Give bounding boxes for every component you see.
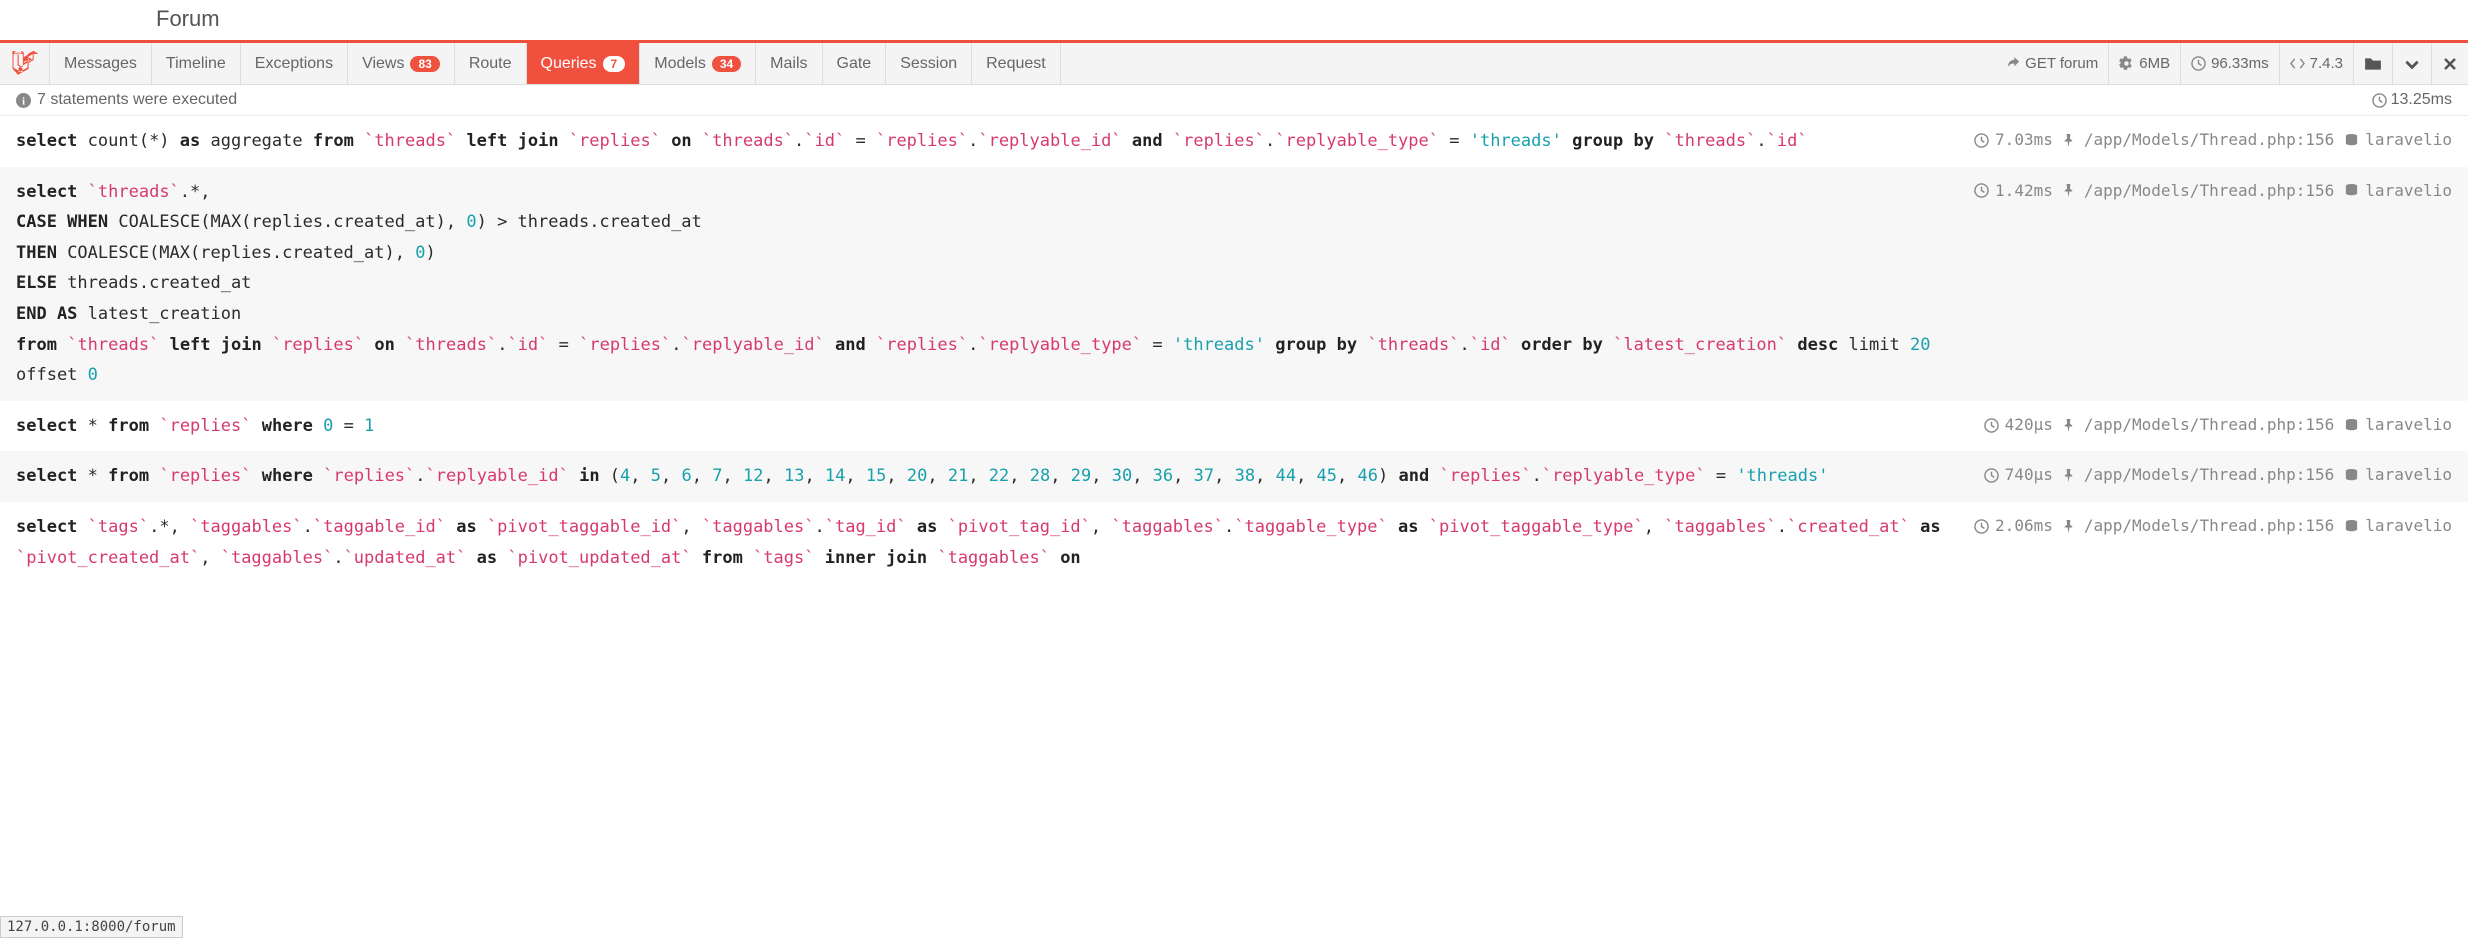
pin-icon[interactable]	[2061, 133, 2076, 148]
pin-icon[interactable]	[2061, 183, 2076, 198]
folder-icon	[2364, 55, 2382, 73]
query-list: select count(*) as aggregate from `threa…	[0, 116, 2468, 583]
query-file: /app/Models/Thread.php:156	[2084, 512, 2334, 541]
query-connection: laravelio	[2365, 177, 2452, 206]
total-time: 13.25ms	[2391, 91, 2452, 109]
tab-exceptions[interactable]: Exceptions	[241, 43, 348, 84]
pin-icon[interactable]	[2061, 418, 2076, 433]
svg-text:i: i	[22, 96, 25, 107]
pin-icon[interactable]	[2061, 519, 2076, 534]
summary-text: 7 statements were executed	[37, 91, 237, 109]
laravel-logo	[0, 43, 50, 84]
status-url: 127.0.0.1:8000/forum	[0, 916, 183, 938]
collapse-button[interactable]	[2392, 43, 2431, 84]
pin-icon[interactable]	[2061, 468, 2076, 483]
query-time: 1.42ms	[1995, 177, 2053, 206]
tab-views[interactable]: Views83	[348, 43, 455, 84]
page-title: Forum	[0, 0, 2468, 40]
database-icon	[2344, 418, 2359, 433]
clock-icon	[1974, 133, 1989, 148]
code-icon	[2290, 56, 2305, 71]
tab-mails[interactable]: Mails	[756, 43, 822, 84]
laravel-icon	[12, 51, 38, 77]
meta-request[interactable]: GET forum	[1995, 43, 2108, 84]
clock-icon	[1974, 519, 1989, 534]
query-file: /app/Models/Thread.php:156	[2084, 411, 2334, 440]
query-connection: laravelio	[2365, 411, 2452, 440]
spacer	[1061, 43, 1995, 84]
query-sql: select * from `replies` where `replies`.…	[16, 461, 1964, 492]
database-icon	[2344, 519, 2359, 534]
clock-icon	[1984, 418, 1999, 433]
views-badge: 83	[410, 56, 439, 72]
tab-models[interactable]: Models34	[640, 43, 756, 84]
query-row[interactable]: select `tags`.*, `taggables`.`taggable_i…	[0, 502, 2468, 583]
query-sql: select count(*) as aggregate from `threa…	[16, 126, 1954, 157]
clock-icon	[1974, 183, 1989, 198]
query-connection: laravelio	[2365, 512, 2452, 541]
database-icon	[2344, 183, 2359, 198]
gear-icon	[2119, 56, 2134, 71]
query-meta: 420µs/app/Models/Thread.php:156 laravelio	[1984, 411, 2452, 440]
query-sql: select `threads`.*, CASE WHEN COALESCE(M…	[16, 177, 1954, 391]
tab-timeline[interactable]: Timeline	[152, 43, 241, 84]
clock-icon	[2191, 56, 2206, 71]
tab-request[interactable]: Request	[972, 43, 1061, 84]
query-row[interactable]: select count(*) as aggregate from `threa…	[0, 116, 2468, 167]
query-file: /app/Models/Thread.php:156	[2084, 126, 2334, 155]
tab-gate[interactable]: Gate	[823, 43, 887, 84]
query-connection: laravelio	[2365, 126, 2452, 155]
query-file: /app/Models/Thread.php:156	[2084, 177, 2334, 206]
debugbar-tabs: Messages Timeline Exceptions Views83 Rou…	[0, 43, 2468, 85]
tab-messages[interactable]: Messages	[50, 43, 152, 84]
models-badge: 34	[712, 56, 741, 72]
close-icon	[2442, 56, 2458, 72]
meta-memory: 6MB	[2108, 43, 2180, 84]
query-sql: select * from `replies` where 0 = 1	[16, 411, 1964, 442]
query-time: 7.03ms	[1995, 126, 2053, 155]
meta-time: 96.33ms	[2180, 43, 2279, 84]
query-meta: 740µs/app/Models/Thread.php:156 laravelio	[1984, 461, 2452, 490]
query-meta: 2.06ms/app/Models/Thread.php:156 laraveli…	[1974, 512, 2452, 541]
database-icon	[2344, 468, 2359, 483]
query-sql: select `tags`.*, `taggables`.`taggable_i…	[16, 512, 1954, 573]
clock-icon	[2372, 93, 2387, 108]
tab-route[interactable]: Route	[455, 43, 527, 84]
query-time: 2.06ms	[1995, 512, 2053, 541]
query-meta: 7.03ms/app/Models/Thread.php:156 laraveli…	[1974, 126, 2452, 155]
query-row[interactable]: select * from `replies` where `replies`.…	[0, 451, 2468, 502]
folder-button[interactable]	[2353, 43, 2392, 84]
chevron-down-icon	[2403, 55, 2421, 73]
tab-session[interactable]: Session	[886, 43, 972, 84]
info-icon: i	[16, 93, 31, 108]
queries-badge: 7	[603, 56, 626, 72]
share-icon	[2005, 56, 2020, 71]
query-row[interactable]: select `threads`.*, CASE WHEN COALESCE(M…	[0, 167, 2468, 401]
clock-icon	[1984, 468, 1999, 483]
query-meta: 1.42ms/app/Models/Thread.php:156 laraveli…	[1974, 177, 2452, 206]
database-icon	[2344, 133, 2359, 148]
tab-queries[interactable]: Queries7	[527, 43, 641, 84]
query-connection: laravelio	[2365, 461, 2452, 490]
query-row[interactable]: select * from `replies` where 0 = 1 420µs…	[0, 401, 2468, 452]
close-button[interactable]	[2431, 43, 2468, 84]
meta-php: 7.4.3	[2279, 43, 2353, 84]
query-time: 740µs	[2005, 461, 2053, 490]
query-time: 420µs	[2005, 411, 2053, 440]
summary-bar: i 7 statements were executed 13.25ms	[0, 85, 2468, 116]
query-file: /app/Models/Thread.php:156	[2084, 461, 2334, 490]
